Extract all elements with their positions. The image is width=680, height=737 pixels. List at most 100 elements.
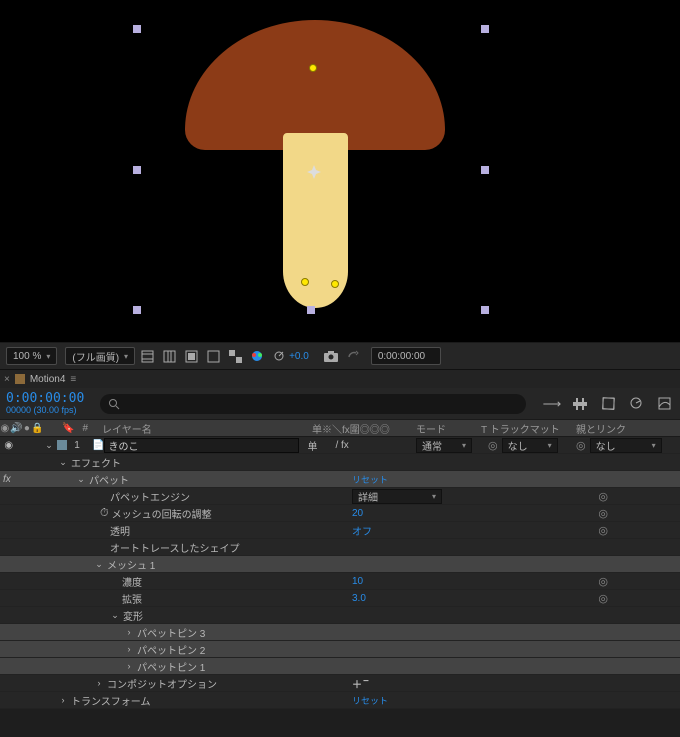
timeline-tabs: × Motion4 ≡: [0, 370, 680, 388]
twisty[interactable]: ⌄: [58, 457, 68, 468]
exposure-icon[interactable]: [269, 347, 289, 365]
transparent-value[interactable]: オフ: [352, 523, 372, 538]
twisty[interactable]: ›: [124, 627, 134, 637]
autotrace-row: オートトレースしたシェイプ: [0, 539, 680, 556]
grid-icon[interactable]: [137, 347, 157, 365]
layer-row[interactable]: ◉ ⌄ 1 📄 单 / fx 通常▾ ◎ なし▾ ◎ なし▾: [0, 437, 680, 454]
bbox-handle-bl[interactable]: [133, 306, 141, 314]
mask-icon[interactable]: [181, 347, 201, 365]
pickwhip-matte-icon[interactable]: ◎: [488, 439, 498, 452]
anchor-point-icon[interactable]: [307, 165, 321, 179]
col-parent: 親とリンク: [576, 421, 626, 436]
puppet-engine-row: パペットエンジン 詳細▾ ◎: [0, 488, 680, 505]
expansion-label: 拡張: [122, 591, 142, 606]
puppet-pin-2[interactable]: [301, 278, 309, 286]
composition-viewer[interactable]: [0, 0, 680, 342]
mushroom-layer[interactable]: [185, 20, 445, 150]
pickwhip-icon[interactable]: ◎: [598, 490, 608, 503]
bbox-handle-mr[interactable]: [481, 166, 489, 174]
engine-dropdown[interactable]: 詳細▾: [352, 489, 442, 504]
pin-row-1[interactable]: ›パペットピン 1: [0, 658, 680, 675]
composite-remove-button[interactable]: −: [363, 676, 369, 691]
bbox-handle-ml[interactable]: [133, 166, 141, 174]
layer-search-input[interactable]: [100, 394, 526, 414]
lock-column-icon: 🔒: [31, 423, 43, 434]
deform-row[interactable]: ⌄変形: [0, 607, 680, 624]
frame-blend-icon[interactable]: [598, 395, 618, 413]
stopwatch-icon[interactable]: ⏱: [100, 507, 109, 520]
zoom-dropdown[interactable]: 100 %▾: [6, 347, 57, 365]
bbox-handle-tl[interactable]: [133, 25, 141, 33]
transform-reset[interactable]: リセット: [352, 694, 388, 707]
layer-color-swatch[interactable]: [57, 440, 67, 450]
pin-row-3[interactable]: ›パペットピン 3: [0, 624, 680, 641]
pin1-label: パペットピン 1: [137, 659, 205, 674]
blend-mode-dropdown[interactable]: 通常▾: [416, 438, 472, 453]
composite-add-button[interactable]: ＋: [352, 676, 362, 691]
preview-time[interactable]: 0:00:00:00: [371, 347, 441, 365]
puppet-pin-1[interactable]: [331, 280, 339, 288]
puppet-reset[interactable]: リセット: [352, 473, 388, 486]
bbox-handle-tr[interactable]: [481, 25, 489, 33]
channel-icon[interactable]: [203, 347, 223, 365]
quality-switch[interactable]: 单: [307, 438, 317, 453]
layer-switches-icon[interactable]: [570, 395, 590, 413]
timeline-tab-label[interactable]: Motion4: [30, 374, 66, 385]
composite-options-row[interactable]: ›コンポジットオプション＋−: [0, 675, 680, 692]
pickwhip-parent-icon[interactable]: ◎: [576, 439, 586, 452]
twisty[interactable]: ›: [94, 678, 104, 688]
audio-column-icon: 🔊: [10, 423, 22, 434]
shy-icon[interactable]: ⟶: [542, 395, 562, 413]
pickwhip-icon[interactable]: ◎: [598, 524, 608, 537]
preview-time-label: 0:00:00:00: [378, 351, 425, 362]
solo-column-icon: ●: [24, 423, 30, 434]
transform-row[interactable]: ›トランスフォーム リセット: [0, 692, 680, 709]
twisty[interactable]: ›: [124, 644, 134, 654]
motion-blur-icon[interactable]: [626, 395, 646, 413]
tab-menu-icon[interactable]: ≡: [70, 374, 76, 385]
pin3-label: パペットピン 3: [137, 625, 205, 640]
snapshot-icon[interactable]: [321, 347, 341, 365]
twisty[interactable]: ›: [124, 661, 134, 671]
show-snapshot-icon[interactable]: [343, 347, 363, 365]
mesh1-row[interactable]: ⌄メッシュ 1: [0, 556, 680, 573]
bbox-handle-br[interactable]: [481, 306, 489, 314]
mushroom-cap: [185, 20, 445, 150]
rotation-value[interactable]: 20: [352, 508, 363, 519]
expansion-value[interactable]: 3.0: [352, 593, 366, 604]
parent-dropdown[interactable]: なし▾: [590, 438, 662, 453]
twisty[interactable]: ›: [58, 695, 68, 705]
col-mode: モード: [416, 421, 446, 436]
track-matte-dropdown[interactable]: なし▾: [502, 438, 558, 453]
frame-info: 00000 (30.00 fps): [6, 406, 84, 415]
exposure-value[interactable]: +0.0: [289, 351, 309, 362]
graph-editor-icon[interactable]: [654, 395, 674, 413]
col-switches: 单※＼fx圍◎◎◎: [312, 421, 390, 436]
pickwhip-icon[interactable]: ◎: [598, 592, 608, 605]
pickwhip-icon[interactable]: ◎: [598, 507, 608, 520]
pin-row-2[interactable]: ›パペットピン 2: [0, 641, 680, 658]
current-time[interactable]: 0:00:00:00: [6, 392, 84, 406]
puppet-pin-3[interactable]: [309, 64, 317, 72]
fx-switch[interactable]: / fx: [335, 440, 348, 451]
puppet-effect-row[interactable]: fx ⌄パペット リセット: [0, 471, 680, 488]
layer-index: 1: [70, 440, 84, 451]
twisty[interactable]: ⌄: [94, 559, 104, 570]
twisty[interactable]: ⌄: [110, 610, 120, 621]
engine-label: パペットエンジン: [110, 489, 190, 504]
transform-label: トランスフォーム: [71, 693, 151, 708]
guides-icon[interactable]: [159, 347, 179, 365]
quality-dropdown[interactable]: (フル画質)▾: [65, 347, 135, 365]
layer-name-input[interactable]: [104, 438, 299, 453]
effects-group-row[interactable]: ⌄エフェクト: [0, 454, 680, 471]
density-value[interactable]: 10: [352, 576, 363, 587]
close-tab-icon[interactable]: ×: [4, 374, 10, 385]
layer-twisty[interactable]: ⌄: [44, 440, 54, 451]
color-icon[interactable]: [247, 347, 267, 365]
transparency-icon[interactable]: [225, 347, 245, 365]
twisty[interactable]: ⌄: [76, 474, 86, 485]
bbox-handle-bm[interactable]: [307, 306, 315, 314]
visibility-toggle[interactable]: ◉: [4, 440, 13, 451]
pickwhip-icon[interactable]: ◎: [598, 575, 608, 588]
col-num: #: [82, 423, 88, 434]
